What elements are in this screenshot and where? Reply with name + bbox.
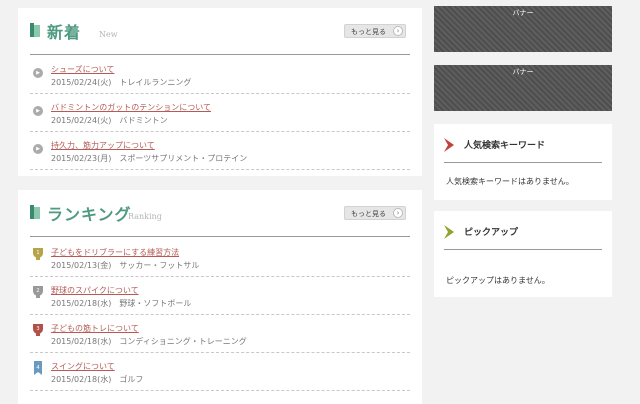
- play-bullet-icon: ▶: [33, 144, 43, 154]
- pickup-header: ピックアップ: [444, 221, 602, 250]
- ranking-section-subtitle: Ranking: [128, 212, 162, 221]
- keyword-header: 人気検索キーワード: [444, 134, 602, 163]
- item-meta: 2015/02/18(水) コンディショニング・トレーニング: [51, 336, 247, 347]
- keyword-title: 人気検索キーワード: [464, 141, 546, 151]
- item-title-link[interactable]: 持久力、筋力アップについて: [51, 140, 155, 151]
- ranking-item: 2 野球のスパイクについて 2015/02/18(水) 野球・ソフトボール: [30, 276, 410, 315]
- keyword-box: 人気検索キーワード 人気検索キーワードはありません。: [434, 124, 612, 200]
- item-title-link[interactable]: シューズについて: [51, 64, 114, 75]
- svg-text:2: 2: [36, 288, 39, 294]
- new-more-button[interactable]: もっと見る ›: [344, 24, 406, 38]
- item-meta: 2015/02/24(火) バドミントン: [51, 115, 168, 126]
- item-category: バドミントン: [119, 116, 168, 125]
- item-meta: 2015/02/23(月) スポーツサプリメント・プロテイン: [51, 153, 247, 164]
- pickup-title: ピックアップ: [464, 228, 519, 238]
- pickup-box: ピックアップ ピックアップはありません。: [434, 211, 612, 297]
- section-flag-icon: [30, 205, 40, 219]
- ranking-section: ランキング Ranking もっと見る › 1 子どもをドリブラーにする練習方法…: [18, 190, 422, 404]
- banner-2-label: バナー: [512, 68, 534, 76]
- arrow-red-icon: [444, 138, 454, 152]
- pickup-empty-text: ピックアップはありません。: [446, 276, 550, 285]
- banner-2[interactable]: バナー: [434, 65, 612, 111]
- list-item: ▶ 持久力、筋力アップについて 2015/02/23(月) スポーツサプリメント・…: [30, 131, 410, 170]
- trophy-gold-icon: 1: [33, 248, 43, 260]
- play-bullet-icon: ▶: [33, 106, 43, 116]
- item-category: スポーツサプリメント・プロテイン: [119, 154, 248, 163]
- item-date: 2015/02/18(水): [51, 337, 112, 346]
- item-date: 2015/02/24(火): [51, 78, 112, 87]
- new-more-label: もっと見る: [351, 28, 386, 36]
- ranking-item: 3 子どもの筋トレについて 2015/02/18(水) コンディショニング・トレー…: [30, 314, 410, 353]
- chevron-right-icon: ›: [393, 26, 403, 36]
- ranking-more-button[interactable]: もっと見る ›: [344, 206, 406, 220]
- item-title-link[interactable]: バドミントンのガットのテンションについて: [51, 102, 211, 113]
- item-title-link[interactable]: 野球のスパイクについて: [51, 285, 139, 296]
- svg-text:3: 3: [36, 326, 39, 332]
- new-section-subtitle: New: [99, 30, 118, 39]
- arrow-olive-icon: [444, 225, 454, 239]
- svg-text:1: 1: [36, 250, 39, 256]
- item-date: 2015/02/24(火): [51, 116, 112, 125]
- trophy-silver-icon: 2: [33, 286, 43, 298]
- ranking-item: 4 スイングについて 2015/02/18(水) ゴルフ: [30, 352, 410, 391]
- list-item: ▶ バドミントンのガットのテンションについて 2015/02/24(火) バドミン…: [30, 93, 410, 132]
- ranking-more-label: もっと見る: [351, 210, 386, 218]
- item-category: トレイルランニング: [119, 78, 192, 87]
- item-category: コンディショニング・トレーニング: [119, 337, 247, 346]
- item-title-link[interactable]: 子どもの筋トレについて: [51, 323, 139, 334]
- keyword-empty-text: 人気検索キーワードはありません。: [446, 177, 574, 186]
- new-section-title: 新着: [47, 23, 82, 42]
- item-title-link[interactable]: 子どもをドリブラーにする練習方法: [51, 247, 179, 258]
- section-flag-icon: [30, 23, 40, 37]
- item-meta: 2015/02/24(火) トレイルランニング: [51, 77, 191, 88]
- new-section-header: 新着 New もっと見る ›: [30, 20, 410, 55]
- trophy-bronze-icon: 3: [33, 324, 43, 336]
- item-date: 2015/02/18(水): [51, 375, 112, 384]
- ranking-section-title: ランキング: [47, 205, 132, 224]
- play-bullet-icon: ▶: [33, 68, 43, 78]
- item-title-link[interactable]: スイングについて: [51, 361, 115, 372]
- item-category: サッカー・フットサル: [119, 261, 200, 270]
- item-date: 2015/02/18(水): [51, 299, 112, 308]
- ribbon-blue-icon: 4: [34, 361, 42, 375]
- item-meta: 2015/02/13(金) サッカー・フットサル: [51, 260, 199, 271]
- ranking-section-header: ランキング Ranking もっと見る ›: [30, 202, 410, 237]
- item-date: 2015/02/13(金): [51, 261, 112, 270]
- chevron-right-icon: ›: [393, 208, 403, 218]
- banner-1-label: バナー: [512, 9, 534, 17]
- new-section: 新着 New もっと見る › ▶ シューズについて 2015/02/24(火) ト…: [18, 8, 422, 176]
- item-meta: 2015/02/18(水) 野球・ソフトボール: [51, 298, 191, 309]
- list-item: ▶ シューズについて 2015/02/24(火) トレイルランニング: [30, 55, 410, 94]
- banner-1[interactable]: バナー: [434, 6, 612, 52]
- item-category: ゴルフ: [119, 375, 144, 384]
- ranking-item: 1 子どもをドリブラーにする練習方法 2015/02/13(金) サッカー・フット…: [30, 238, 410, 277]
- item-category: 野球・ソフトボール: [119, 299, 192, 308]
- item-date: 2015/02/23(月): [51, 154, 112, 163]
- svg-text:4: 4: [36, 365, 39, 371]
- item-meta: 2015/02/18(水) ゴルフ: [51, 374, 143, 385]
